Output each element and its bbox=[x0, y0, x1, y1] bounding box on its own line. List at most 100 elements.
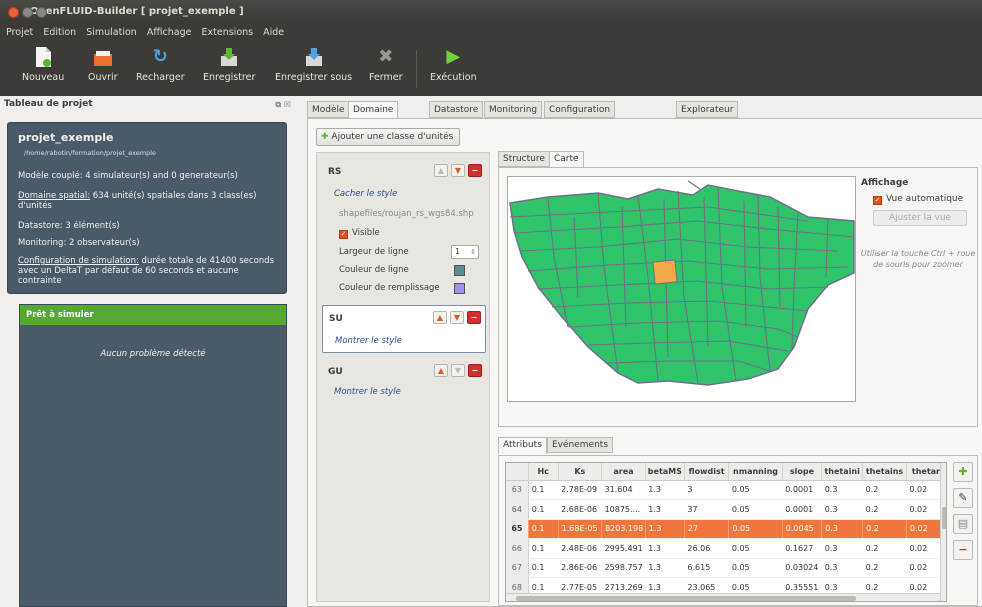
column-header[interactable]: thetaini bbox=[821, 463, 864, 481]
reload-button[interactable]: ↻ Recharger bbox=[136, 46, 185, 83]
row-header[interactable]: 64 bbox=[506, 499, 529, 520]
menu-aide[interactable]: Aide bbox=[263, 27, 284, 38]
table-cell[interactable]: 0.05 bbox=[728, 558, 783, 578]
column-header[interactable]: nmanning bbox=[728, 463, 783, 481]
column-header[interactable]: Hc bbox=[528, 463, 559, 481]
column-header[interactable]: slope bbox=[782, 463, 823, 481]
move-up-icon[interactable]: ▲ bbox=[433, 311, 447, 324]
run-button[interactable]: ▶ Exécution bbox=[430, 46, 477, 83]
new-button[interactable]: Nouveau bbox=[22, 46, 64, 83]
table-cell[interactable]: 27 bbox=[684, 519, 730, 539]
table-cell[interactable]: 31.604 bbox=[601, 480, 646, 500]
table-cell[interactable]: 0.1 bbox=[528, 538, 559, 559]
tab-attributs[interactable]: Attributs bbox=[498, 437, 547, 454]
table-cell[interactable]: 0.1 bbox=[528, 499, 559, 520]
close-window-button[interactable] bbox=[8, 7, 19, 18]
table-cell[interactable]: 0.05 bbox=[728, 480, 783, 500]
line-color-swatch[interactable] bbox=[454, 265, 465, 276]
table-cell[interactable]: 2.86E-06 bbox=[558, 558, 602, 578]
table-cell[interactable]: 2.68E-06 bbox=[558, 499, 602, 520]
table-cell[interactable]: 2.48E-06 bbox=[558, 538, 602, 559]
table-cell[interactable]: 0.1 bbox=[528, 558, 559, 578]
table-cell[interactable]: 1.3 bbox=[645, 538, 685, 559]
fit-view-button[interactable]: Ajuster la vue bbox=[873, 210, 967, 226]
table-row[interactable]: 66 0.1 2.48E-06 2995.491 1.3 26.06 0.05 0.1627 0… bbox=[506, 538, 946, 559]
table-row[interactable]: 65 0.1 1.68E-05 8203.198 1.3 27 0.05 0.0045 0.3 0… bbox=[506, 519, 946, 539]
table-cell[interactable]: 0.3 bbox=[821, 499, 863, 520]
show-style-link[interactable]: Montrer le style bbox=[334, 387, 401, 397]
table-cell[interactable]: 0.0001 bbox=[782, 499, 822, 520]
auto-view-checkbox[interactable]: ✓ Vue automatique bbox=[873, 194, 982, 205]
horizontal-scrollbar[interactable] bbox=[506, 593, 940, 601]
menu-projet[interactable]: Projet bbox=[6, 27, 33, 38]
vertical-scrollbar[interactable] bbox=[940, 463, 946, 601]
row-header[interactable]: 66 bbox=[506, 538, 529, 559]
column-header[interactable]: betaMS bbox=[645, 463, 685, 481]
table-cell[interactable]: 0.1 bbox=[528, 480, 559, 500]
table-cell[interactable]: 0.3 bbox=[821, 480, 863, 500]
tab-evenements[interactable]: Evénements bbox=[547, 437, 614, 453]
table-cell[interactable]: 0.2 bbox=[862, 519, 907, 539]
table-cell[interactable]: 0.2 bbox=[862, 480, 907, 500]
class-gu[interactable]: GU ▲ ▼ − Montrer le style bbox=[322, 359, 486, 405]
row-header[interactable]: 63 bbox=[506, 480, 529, 500]
class-rs[interactable]: RS ▲ ▼ − Cacher le style shapefiles/roujan… bbox=[322, 159, 486, 299]
table-cell[interactable]: 0.05 bbox=[728, 538, 783, 559]
panel-float-close-icon[interactable]: ⧉ ☒ bbox=[275, 97, 291, 113]
tab-monitoring[interactable]: Monitoring bbox=[484, 101, 543, 118]
table-cell[interactable]: 0.3 bbox=[821, 558, 863, 578]
remove-attribute-icon[interactable]: − bbox=[953, 540, 973, 560]
table-cell[interactable]: 1.68E-05 bbox=[558, 519, 603, 539]
menu-affichage[interactable]: Affichage bbox=[147, 27, 192, 38]
column-header[interactable]: flowdist bbox=[684, 463, 730, 481]
tab-datastore[interactable]: Datastore bbox=[429, 101, 484, 118]
hide-style-link[interactable]: Cacher le style bbox=[334, 189, 397, 199]
tab-structure[interactable]: Structure bbox=[498, 151, 550, 167]
horizontal-scroll-thumb[interactable] bbox=[516, 596, 856, 601]
row-header[interactable]: 65 bbox=[506, 519, 529, 539]
table-row[interactable]: 67 0.1 2.86E-06 2598.757 1.3 6.615 0.05 0.03024… bbox=[506, 558, 946, 578]
remove-class-icon[interactable]: − bbox=[468, 364, 482, 377]
table-cell[interactable]: 0.0045 bbox=[782, 519, 823, 539]
table-cell[interactable]: 1.3 bbox=[645, 558, 685, 578]
table-cell[interactable]: 10875.... bbox=[601, 499, 646, 520]
column-header[interactable]: Ks bbox=[558, 463, 603, 481]
table-cell[interactable]: 0.05 bbox=[728, 499, 783, 520]
save-as-button[interactable]: Enregistrer sous bbox=[275, 46, 352, 83]
remove-class-icon[interactable]: − bbox=[468, 164, 482, 177]
table-cell[interactable]: 2995.491 bbox=[601, 538, 646, 559]
row-header[interactable]: 67 bbox=[506, 558, 529, 578]
line-width-spinbox[interactable]: 1 ⇕ bbox=[451, 245, 479, 259]
table-cell[interactable]: 2598.757 bbox=[601, 558, 646, 578]
table-cell[interactable]: 8203.198 bbox=[601, 519, 646, 539]
tab-modele[interactable]: Modèle bbox=[307, 101, 350, 118]
table-cell[interactable]: 0.0001 bbox=[782, 480, 822, 500]
vertical-scroll-thumb[interactable] bbox=[942, 507, 946, 529]
table-row[interactable]: 64 0.1 2.68E-06 10875.... 1.3 37 0.05 0.0001 0.3… bbox=[506, 499, 946, 520]
maximize-window-button[interactable] bbox=[36, 7, 47, 18]
table-cell[interactable]: 0.3 bbox=[821, 519, 864, 539]
move-down-icon[interactable]: ▼ bbox=[451, 164, 465, 177]
tab-domaine-spatial[interactable]: Domaine spatial bbox=[348, 101, 399, 131]
rename-attribute-icon[interactable]: ▤ bbox=[953, 514, 973, 534]
table-cell[interactable]: 6.615 bbox=[684, 558, 729, 578]
move-up-icon[interactable]: ▲ bbox=[434, 164, 448, 177]
tab-carte[interactable]: Carte bbox=[549, 151, 584, 168]
table-cell[interactable]: 0.2 bbox=[862, 558, 907, 578]
menu-simulation[interactable]: Simulation bbox=[86, 27, 137, 38]
table-cell[interactable]: 0.2 bbox=[862, 499, 907, 520]
table-cell[interactable]: 3 bbox=[684, 480, 729, 500]
save-button[interactable]: Enregistrer bbox=[203, 46, 255, 83]
move-down-icon[interactable]: ▼ bbox=[450, 311, 464, 324]
table-cell[interactable]: 0.1627 bbox=[782, 538, 822, 559]
menu-edition[interactable]: Edition bbox=[43, 27, 76, 38]
show-style-link[interactable]: Montrer le style bbox=[335, 336, 402, 346]
column-header[interactable]: area bbox=[601, 463, 646, 481]
menu-extensions[interactable]: Extensions bbox=[202, 27, 254, 38]
tab-configuration[interactable]: Configuration de simulation bbox=[544, 101, 616, 131]
close-button[interactable]: ✖ Fermer bbox=[369, 46, 403, 83]
table-cell[interactable]: 1.3 bbox=[645, 519, 685, 539]
open-button[interactable]: Ouvrir bbox=[88, 46, 118, 83]
minimize-window-button[interactable] bbox=[22, 7, 33, 18]
table-cell[interactable]: 2.78E-09 bbox=[558, 480, 602, 500]
